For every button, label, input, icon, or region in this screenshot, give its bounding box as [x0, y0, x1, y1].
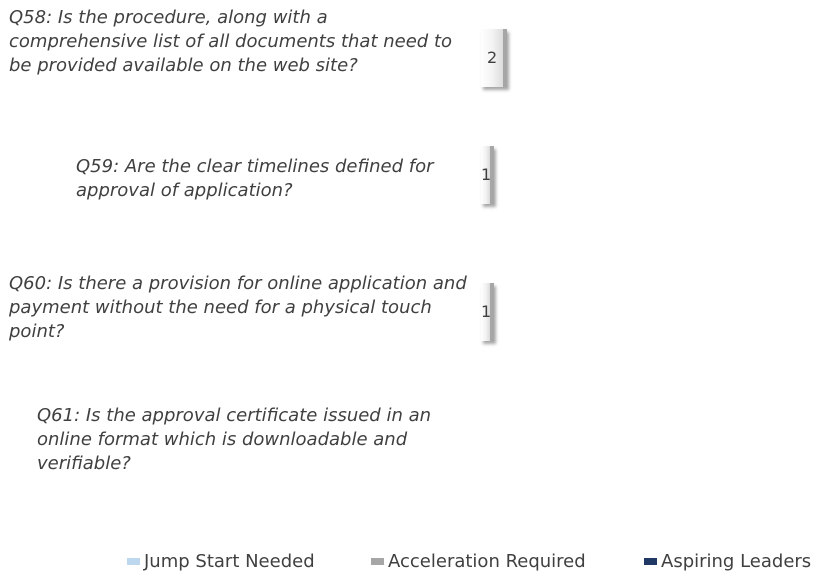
legend: Jump Start Needed Acceleration Required … — [0, 549, 825, 573]
category-label-q58: Q58: Is the procedure, along with a comp… — [9, 7, 453, 76]
data-label-q58: 2 — [487, 48, 498, 67]
legend-label-acceleration: Acceleration Required — [388, 550, 586, 572]
category-label-q61: Q61: Is the approval certificate issued … — [37, 405, 432, 474]
category-label-q59: Q59: Are the clear timelines defined for… — [76, 156, 434, 201]
legend-item-acceleration: Acceleration Required — [371, 549, 586, 573]
legend-item-aspiring-leaders: Aspiring Leaders — [644, 549, 811, 573]
legend-label-jump-start: Jump Start Needed — [144, 550, 315, 572]
legend-label-aspiring-leaders: Aspiring Leaders — [661, 550, 812, 572]
legend-swatch-aspiring-leaders — [644, 557, 657, 565]
legend-swatch-jump-start — [127, 557, 140, 565]
legend-swatch-acceleration — [371, 557, 384, 565]
legend-item-jump-start: Jump Start Needed — [127, 549, 315, 573]
category-label-q60: Q60: Is there a provision for online app… — [9, 273, 467, 342]
data-label-q60: 1 — [481, 302, 492, 321]
data-label-q59: 1 — [481, 165, 492, 184]
